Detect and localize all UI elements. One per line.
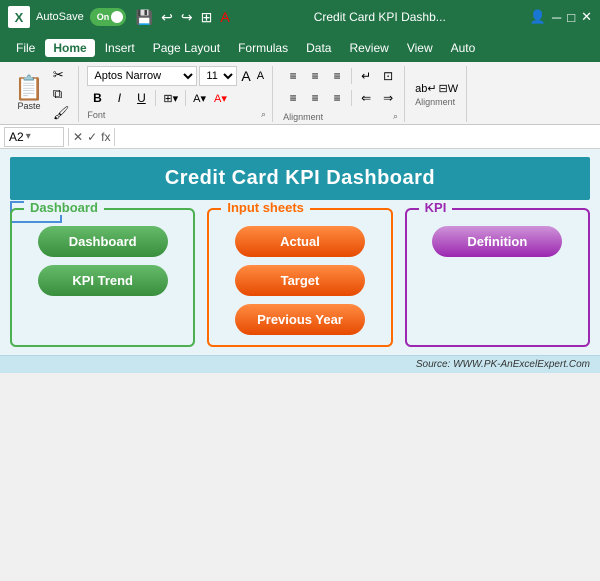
input-panel-buttons: Actual Target Previous Year (219, 222, 380, 335)
minimize-icon[interactable]: ─ (552, 10, 561, 25)
previous-year-button[interactable]: Previous Year (235, 304, 365, 335)
actual-button[interactable]: Actual (235, 226, 365, 257)
excel-logo: X (8, 6, 30, 28)
user-icon[interactable]: 👤 (530, 9, 546, 25)
font-increase-button[interactable]: A (239, 68, 252, 84)
save-icon[interactable]: 💾 (136, 9, 153, 26)
spreadsheet-area: Credit Card KPI Dashboard Dashboard Dash… (0, 149, 600, 373)
kpi-panel-title: KPI (419, 200, 453, 215)
alignment-label2: Alignment (415, 97, 458, 107)
alignment-group-dialog[interactable]: ⌕ (393, 111, 398, 122)
kpi-panel-buttons: Definition (417, 222, 578, 257)
align-middle-button[interactable]: ≡ (305, 66, 325, 86)
clipboard-right: ✂ ⧉ 🖌 (50, 66, 73, 122)
menu-page-layout[interactable]: Page Layout (145, 39, 228, 57)
source-bar: Source: WWW.PK-AnExcelExpert.Com (0, 355, 600, 373)
copy-button[interactable]: ⧉ (50, 85, 73, 103)
dashboard-title: Credit Card KPI Dashboard (165, 167, 435, 189)
bold-button[interactable]: B (87, 88, 107, 108)
indent-decrease-button[interactable]: ⇐ (356, 88, 376, 108)
align-right-button[interactable]: ≡ (327, 88, 347, 108)
title-bar: X AutoSave On 💾 ↩ ↪ ⊞ A Credit Card KPI … (0, 0, 600, 34)
align-left-button[interactable]: ≡ (283, 88, 303, 108)
definition-button[interactable]: Definition (432, 226, 562, 257)
font-decrease-button[interactable]: A (255, 70, 266, 82)
input-panel: Input sheets Actual Target Previous Year (207, 208, 392, 347)
alignment-group: ≡ ≡ ≡ ↵ ⊡ ≡ ≡ ≡ ⇐ ⇒ Alignment ⌕ (277, 66, 405, 122)
borders-button[interactable]: ⊞▾ (160, 91, 181, 106)
font-color-icon[interactable]: A (220, 9, 229, 25)
confirm-formula-icon[interactable]: ✓ (87, 130, 97, 144)
align-bottom-button[interactable]: ≡ (327, 66, 347, 86)
menu-file[interactable]: File (8, 39, 43, 57)
font-group-label: Font (87, 110, 105, 120)
formula-icons: ✕ ✓ fx (73, 130, 110, 144)
highlight-button[interactable]: A▾ (190, 91, 209, 106)
toggle-knob (111, 11, 123, 23)
cancel-formula-icon[interactable]: ✕ (73, 130, 83, 144)
formula-input[interactable] (119, 127, 596, 147)
menu-auto[interactable]: Auto (443, 39, 484, 57)
input-panel-title: Input sheets (221, 200, 310, 215)
formula-divider2 (114, 128, 115, 146)
underline-button[interactable]: U (131, 88, 151, 108)
italic-button[interactable]: I (109, 88, 129, 108)
cell-ref-dropdown[interactable]: ▾ (26, 131, 31, 142)
cut-button[interactable]: ✂ (50, 66, 73, 84)
number-format-button[interactable]: ab↵ (415, 82, 436, 95)
menu-review[interactable]: Review (341, 39, 396, 57)
paste-icon: 📋 (14, 77, 44, 101)
dashboard-button[interactable]: Dashboard (38, 226, 168, 257)
source-text: Source: WWW.PK-AnExcelExpert.Com (416, 359, 590, 370)
dashboard-header: Credit Card KPI Dashboard (10, 157, 590, 200)
font-family-select[interactable]: Aptos Narrow (87, 66, 197, 86)
alignment-group-label: Alignment (283, 112, 323, 122)
insert-function-icon[interactable]: fx (101, 130, 110, 144)
clipboard-group: 📋 Paste ✂ ⧉ 🖌 (8, 66, 79, 122)
autosave-label: AutoSave (36, 11, 84, 23)
dashboard-panel: Dashboard Dashboard KPI Trend (10, 208, 195, 347)
wrap-text-button[interactable]: ↵ (356, 66, 376, 86)
window-title: Credit Card KPI Dashb... (236, 10, 524, 24)
indent-increase-button[interactable]: ⇒ (378, 88, 398, 108)
content-area: Dashboard Dashboard KPI Trend Input shee… (0, 200, 600, 355)
align-top-button[interactable]: ≡ (283, 66, 303, 86)
cell-reference-box[interactable]: A2 ▾ (4, 127, 64, 147)
font-group-dialog[interactable]: ⌕ (261, 109, 266, 120)
merge-center-button[interactable]: ⊟W (439, 82, 459, 95)
menu-bar: File Home Insert Page Layout Formulas Da… (0, 34, 600, 62)
title-bar-icons: 💾 ↩ ↪ ⊞ A (136, 9, 230, 26)
format-painter-button[interactable]: 🖌 (50, 104, 73, 122)
target-button[interactable]: Target (235, 265, 365, 296)
font-color-button[interactable]: A▾ (211, 91, 230, 106)
maximize-icon[interactable]: □ (567, 10, 575, 25)
autosave-toggle[interactable]: On (90, 8, 126, 26)
dashboard-panel-buttons: Dashboard KPI Trend (22, 222, 183, 296)
kpi-panel: KPI Definition (405, 208, 590, 347)
menu-data[interactable]: Data (298, 39, 339, 57)
font-size-select[interactable]: 11 (199, 66, 237, 86)
wrap-merge-group: ab↵ ⊟W Alignment (407, 66, 467, 122)
menu-view[interactable]: View (399, 39, 441, 57)
dashboard-panel-title: Dashboard (24, 200, 104, 215)
undo-icon[interactable]: ↩ (161, 9, 173, 26)
menu-home[interactable]: Home (45, 39, 94, 57)
merge-button[interactable]: ⊡ (378, 66, 398, 86)
paste-label: Paste (17, 101, 40, 111)
ribbon: 📋 Paste ✂ ⧉ 🖌 Aptos Narrow 11 A A (0, 62, 600, 125)
formula-bar: A2 ▾ ✕ ✓ fx (0, 125, 600, 149)
title-bar-right: 👤 ─ □ ✕ (530, 9, 592, 25)
font-group: Aptos Narrow 11 A A B I U ⊞▾ A▾ A▾ Font (85, 66, 273, 122)
autosave-state: On (97, 12, 110, 22)
redo-icon[interactable]: ↪ (181, 9, 193, 26)
kpi-trend-button[interactable]: KPI Trend (38, 265, 168, 296)
menu-formulas[interactable]: Formulas (230, 39, 296, 57)
menu-insert[interactable]: Insert (97, 39, 143, 57)
paste-button[interactable]: 📋 Paste (8, 66, 50, 122)
formula-divider (68, 128, 69, 146)
grid-icon[interactable]: ⊞ (201, 9, 213, 26)
close-icon[interactable]: ✕ (581, 9, 592, 25)
align-center-button[interactable]: ≡ (305, 88, 325, 108)
